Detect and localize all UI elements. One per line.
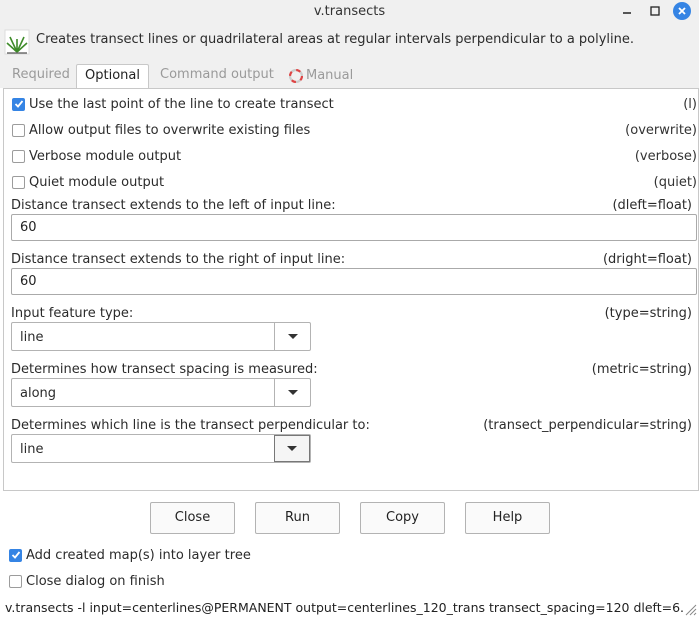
dright-input[interactable] <box>11 268 697 295</box>
metric-tag: (metric=string) <box>591 362 692 377</box>
chevron-down-icon <box>287 389 298 395</box>
checkbox-row-verbose[interactable]: Verbose module output (verbose) <box>12 147 697 165</box>
type-tag: (type=string) <box>604 306 692 321</box>
checkbox-label: Use the last point of the line to create… <box>29 96 334 112</box>
add-to-layer-tree-label: Add created map(s) into layer tree <box>26 547 251 563</box>
dleft-input[interactable] <box>11 214 697 241</box>
optional-panel: Use the last point of the line to create… <box>3 88 699 491</box>
chevron-down-icon <box>287 445 297 451</box>
metric-select[interactable]: along <box>11 378 311 407</box>
metric-select-value: along <box>20 386 57 401</box>
transect-perpendicular-dropdown-button[interactable] <box>274 435 310 462</box>
tab-optional[interactable]: Optional <box>76 64 149 88</box>
metric-label: Determines how transect spacing is measu… <box>11 362 318 377</box>
flag-tag: (verbose) <box>634 148 697 164</box>
close-icon <box>678 7 686 15</box>
command-statusbar: v.transects -l input=centerlines@PERMANE… <box>5 600 685 615</box>
tab-bar: Required Optional Command output Manual <box>0 62 699 88</box>
type-dropdown-button[interactable] <box>274 323 310 350</box>
resize-grip-icon[interactable] <box>683 602 697 616</box>
dright-tag: (dright=float) <box>602 252 692 267</box>
tab-command-output[interactable]: Command output <box>154 64 280 88</box>
checkbox-overwrite[interactable] <box>12 123 25 137</box>
copy-button[interactable]: Copy <box>360 502 445 534</box>
close-window-button[interactable] <box>673 2 691 20</box>
title-bar: v.transects <box>0 0 699 22</box>
minimize-icon <box>623 12 631 14</box>
type-select-value: line <box>20 330 44 345</box>
checkmark-icon <box>14 100 23 108</box>
type-label: Input feature type: <box>11 306 134 321</box>
checkbox-row-last-point[interactable]: Use the last point of the line to create… <box>12 95 697 113</box>
checkbox-label: Allow output files to overwrite existing… <box>29 122 311 138</box>
dleft-tag: (dleft=float) <box>612 198 692 213</box>
run-button[interactable]: Run <box>255 502 340 534</box>
checkbox-last-point[interactable] <box>12 97 25 111</box>
dleft-label: Distance transect extends to the left of… <box>11 198 336 213</box>
maximize-button[interactable] <box>646 2 664 20</box>
close-on-finish-row[interactable]: Close dialog on finish <box>9 572 165 590</box>
flag-tag: (quiet) <box>653 174 697 190</box>
checkbox-close-on-finish[interactable] <box>9 574 22 588</box>
checkbox-row-overwrite[interactable]: Allow output files to overwrite existing… <box>12 121 697 139</box>
window-title: v.transects <box>313 3 386 19</box>
grass-logo-icon <box>4 29 30 55</box>
flag-tag: (overwrite) <box>625 122 697 138</box>
close-on-finish-label: Close dialog on finish <box>26 573 165 589</box>
checkbox-quiet[interactable] <box>12 175 25 189</box>
checkbox-add-to-layer-tree[interactable] <box>9 548 22 562</box>
tab-manual-label: Manual <box>306 68 354 83</box>
minimize-button[interactable] <box>618 2 636 20</box>
checkmark-icon <box>11 551 20 559</box>
checkbox-verbose[interactable] <box>12 149 25 163</box>
checkbox-label: Quiet module output <box>29 174 165 190</box>
flag-tag: (l) <box>683 96 697 112</box>
checkbox-label: Verbose module output <box>29 148 182 164</box>
dright-label: Distance transect extends to the right o… <box>11 252 346 267</box>
transect-perpendicular-label: Determines which line is the transect pe… <box>11 418 370 433</box>
metric-dropdown-button[interactable] <box>274 379 310 406</box>
maximize-icon <box>650 6 660 16</box>
add-to-layer-tree-row[interactable]: Add created map(s) into layer tree <box>9 546 251 564</box>
transect-perpendicular-tag: (transect_perpendicular=string) <box>483 418 692 433</box>
tab-required[interactable]: Required <box>6 64 76 88</box>
chevron-down-icon <box>287 333 298 339</box>
transect-perpendicular-select[interactable]: line <box>11 434 311 463</box>
close-button[interactable]: Close <box>150 502 235 534</box>
module-description-row: Creates transect lines or quadrilateral … <box>0 22 699 62</box>
module-description: Creates transect lines or quadrilateral … <box>36 32 635 47</box>
lifebuoy-icon <box>289 69 303 83</box>
help-button[interactable]: Help <box>465 502 550 534</box>
checkbox-row-quiet[interactable]: Quiet module output (quiet) <box>12 173 697 191</box>
type-select[interactable]: line <box>11 322 311 351</box>
transect-perpendicular-select-value: line <box>20 442 44 457</box>
tab-manual[interactable]: Manual <box>283 64 359 88</box>
